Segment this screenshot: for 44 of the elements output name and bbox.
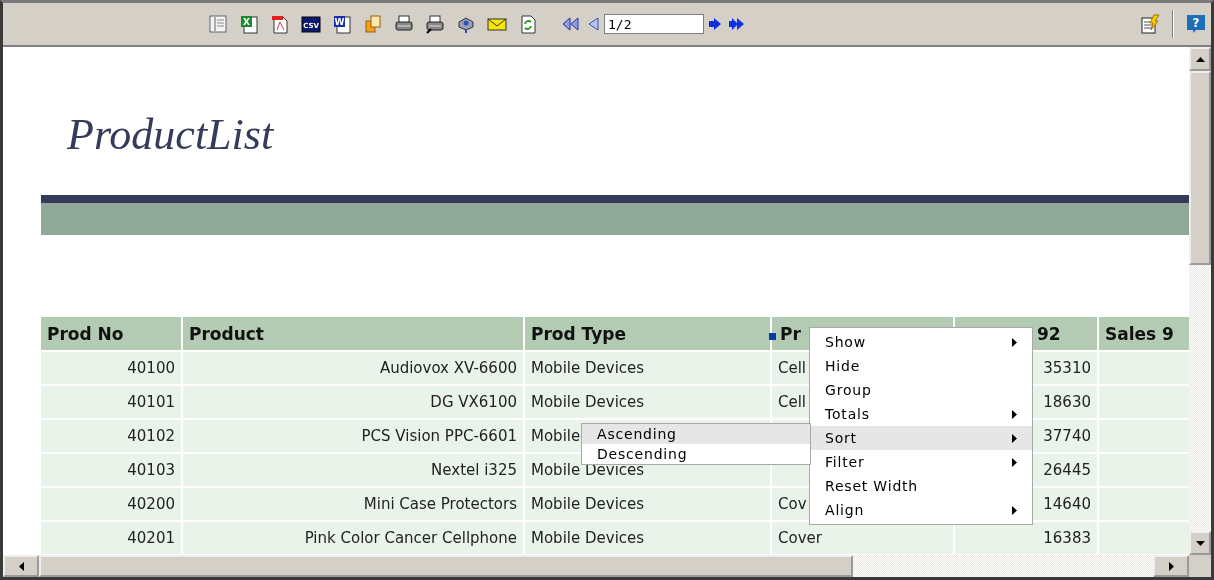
table-cell: 40102 xyxy=(41,420,181,452)
page-field[interactable]: 1/2 xyxy=(604,14,704,34)
table-cell: Mobile Devices xyxy=(525,488,770,520)
table-cell: 40101 xyxy=(41,386,181,418)
table-cell: 40100 xyxy=(41,352,181,384)
table-cell: Mobile Devices xyxy=(525,522,770,554)
submenu-arrow-icon xyxy=(1012,409,1017,419)
table-cell: 40200 xyxy=(41,488,181,520)
column-header[interactable]: Prod No xyxy=(41,317,181,350)
menu-item[interactable]: Ascending xyxy=(582,424,810,444)
submenu-arrow-icon xyxy=(1012,433,1017,443)
submenu-arrow-icon xyxy=(1012,337,1017,347)
scroll-left-button[interactable] xyxy=(3,555,39,577)
column-header[interactable]: Sales 9 xyxy=(1099,317,1189,350)
table-cell: 40103 xyxy=(41,454,181,486)
column-header[interactable]: Product xyxy=(183,317,523,350)
menu-item[interactable]: Sort xyxy=(810,426,1032,450)
report-title: ProductList xyxy=(66,109,275,161)
submenu-arrow-icon xyxy=(1012,505,1017,515)
table-cell: 40201 xyxy=(41,522,181,554)
scroll-right-button[interactable] xyxy=(1153,555,1189,577)
table-cell: DG VX6100 xyxy=(183,386,523,418)
previous-page-icon[interactable] xyxy=(586,14,602,34)
table-cell: Mini Case Protectors xyxy=(183,488,523,520)
table-cell: Audiovox XV-6600 xyxy=(183,352,523,384)
down-arrow-icon xyxy=(1195,540,1205,546)
table-cell: PCS Vision PPC-6601 xyxy=(183,420,523,452)
table-cell: 16383 xyxy=(955,522,1097,554)
table-cell: Mobile Devices xyxy=(525,386,770,418)
table-cell: Pink Color Cancer Cellphone xyxy=(183,522,523,554)
table-cell: Nextel i325 xyxy=(183,454,523,486)
up-arrow-icon xyxy=(1195,56,1205,62)
scrollbar-thumb[interactable] xyxy=(1189,71,1211,265)
left-arrow-icon xyxy=(18,561,24,571)
scroll-down-button[interactable] xyxy=(1189,531,1211,555)
menu-item[interactable]: Show xyxy=(810,330,1032,354)
scroll-up-button[interactable] xyxy=(1189,47,1211,71)
column-header[interactable]: Prod Type xyxy=(525,317,770,350)
column-handle-icon[interactable] xyxy=(769,333,776,340)
table-cell: Cover xyxy=(772,522,953,554)
submenu-arrow-icon xyxy=(1012,457,1017,467)
right-arrow-icon xyxy=(1168,561,1174,571)
table-cell: Mobile Devices xyxy=(525,352,770,384)
scrollbar-thumb[interactable] xyxy=(39,555,853,577)
